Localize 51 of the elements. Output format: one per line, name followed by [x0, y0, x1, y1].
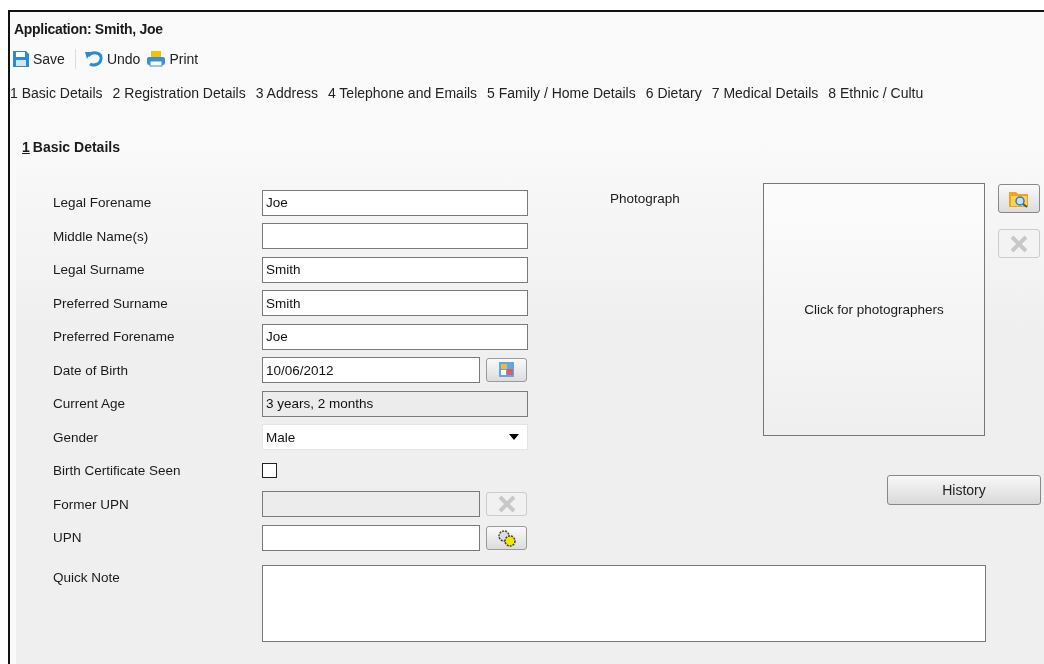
- field-label: UPN: [52, 530, 83, 546]
- section-title: Basic Details: [32, 139, 120, 155]
- upn-field[interactable]: [262, 524, 480, 551]
- browse-photo-button[interactable]: [998, 184, 1040, 213]
- photo-frame[interactable]: Click for photographers: [763, 183, 985, 436]
- field-label: Preferred Forename: [52, 329, 176, 345]
- print-button[interactable]: Print: [146, 50, 205, 68]
- field-label: Birth Certificate Seen: [52, 463, 182, 479]
- photo-placeholder: Click for photographers: [804, 302, 944, 317]
- cross-icon: [1009, 234, 1029, 253]
- text-field[interactable]: Joe: [262, 189, 528, 216]
- section-tab[interactable]: 7 Medical Details: [711, 85, 819, 109]
- field-label: Legal Surname: [52, 262, 146, 278]
- dropdown-caret-icon: [509, 434, 519, 441]
- field-label: Gender: [52, 429, 100, 445]
- gender-dropdown[interactable]: Male: [262, 424, 528, 451]
- quick-note-field[interactable]: [262, 564, 986, 642]
- generate-button[interactable]: [486, 525, 527, 550]
- calendar-button[interactable]: [486, 358, 527, 383]
- calendar-icon: [496, 361, 517, 380]
- field-label: Current Age: [52, 396, 127, 412]
- section-tab[interactable]: 6 Dietary: [645, 85, 702, 109]
- photograph-label: Photograph: [610, 190, 681, 206]
- cross-icon: [496, 495, 517, 514]
- field-label: Middle Name(s): [52, 228, 150, 244]
- field-label: Former UPN: [52, 496, 130, 512]
- text-field[interactable]: Smith: [262, 256, 528, 283]
- undo-arrow-icon: [83, 50, 104, 68]
- window-title: Application: Smith, Joe: [13, 20, 164, 39]
- date-field[interactable]: 10/06/2012: [262, 357, 480, 384]
- age-field[interactable]: 3 years, 2 months: [262, 390, 528, 417]
- text-field[interactable]: Joe: [262, 323, 528, 350]
- section-tab[interactable]: 1 Basic Details: [10, 85, 103, 109]
- section-tab[interactable]: 8 Ethnic / Cultu: [828, 85, 924, 109]
- field-label: Preferred Surname: [52, 295, 169, 311]
- text-field[interactable]: [262, 223, 528, 250]
- section-tab[interactable]: 5 Family / Home Details: [487, 85, 636, 109]
- field-label: Quick Note: [52, 568, 121, 585]
- gears-icon: [495, 528, 518, 547]
- field-label: Legal Forename: [52, 195, 153, 211]
- text-field[interactable]: Smith: [262, 290, 528, 317]
- section-tab[interactable]: 4 Telephone and Emails: [327, 85, 478, 109]
- section-tab[interactable]: 3 Address: [255, 85, 318, 109]
- printer-icon: [146, 50, 167, 68]
- field-label: Date of Birth: [52, 362, 130, 378]
- section-number: 1: [22, 139, 30, 155]
- section-tab[interactable]: 2 Registration Details: [112, 85, 246, 109]
- undo-button[interactable]: Undo: [83, 50, 147, 68]
- history-button[interactable]: History: [887, 475, 1041, 505]
- checkbox[interactable]: [262, 463, 277, 479]
- save-button[interactable]: Save: [12, 50, 71, 68]
